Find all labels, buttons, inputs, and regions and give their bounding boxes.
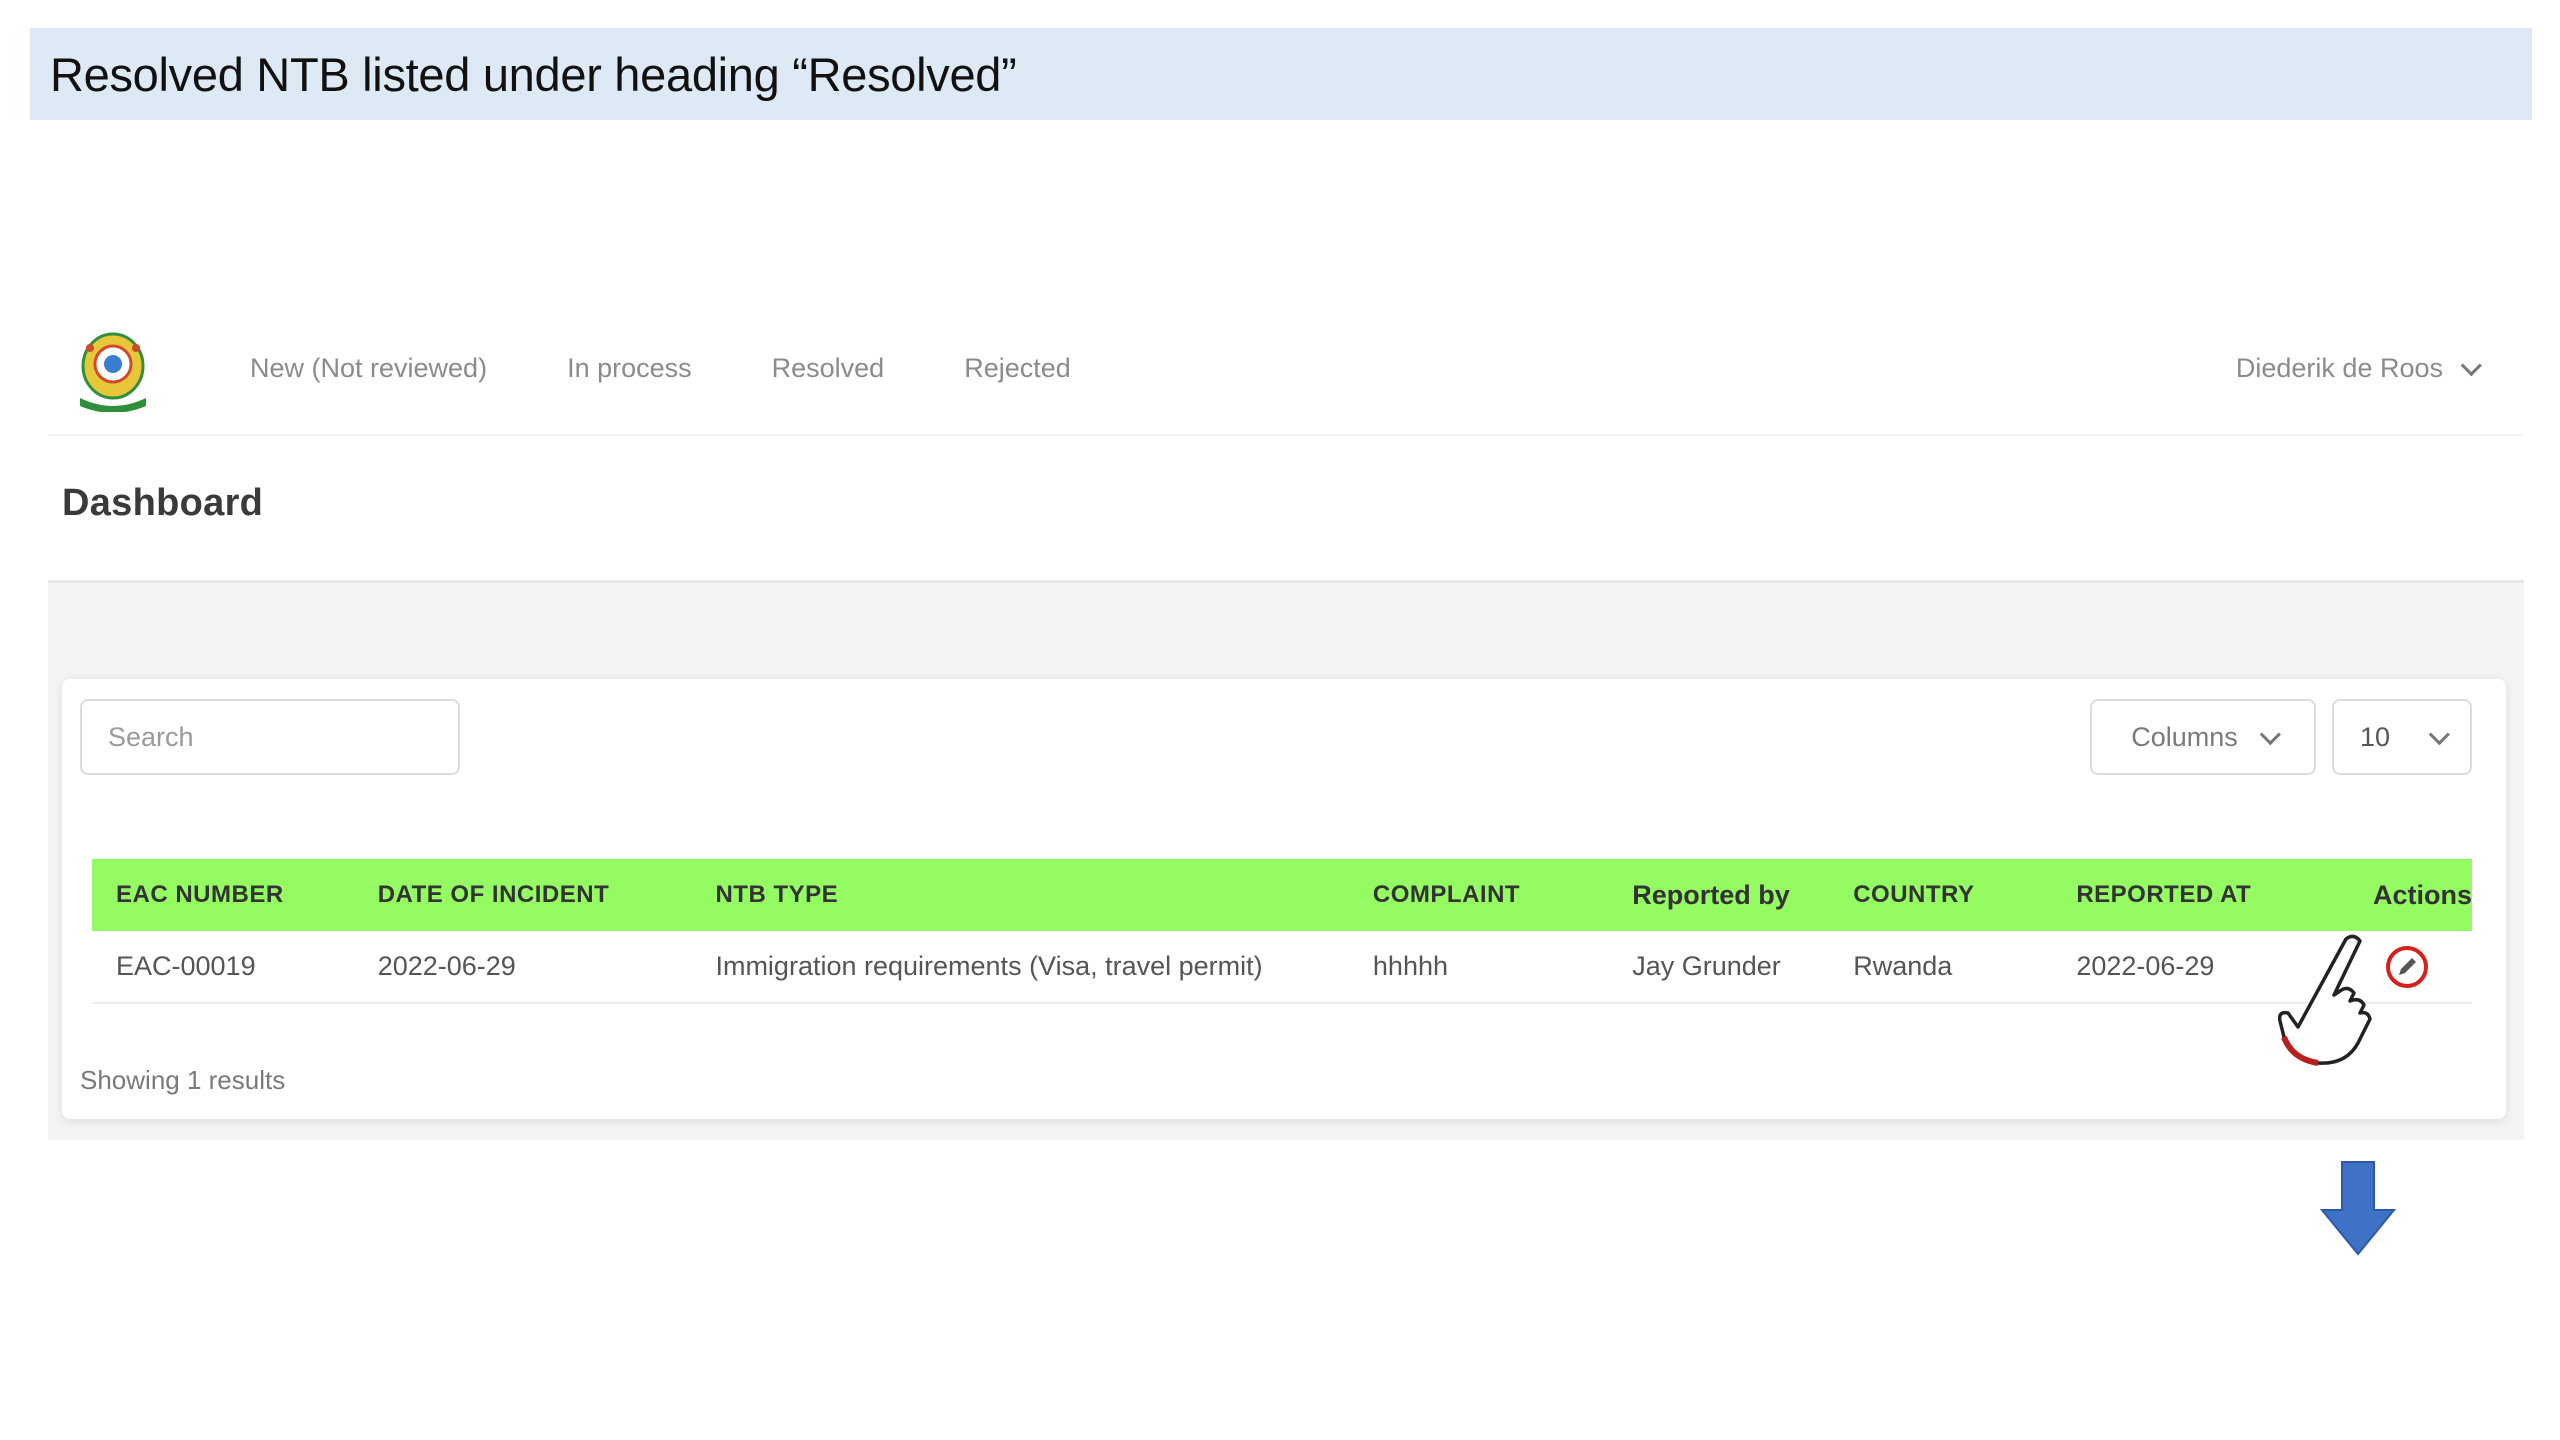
cell-eac-number: EAC-00019: [116, 951, 256, 981]
caption-text: Resolved NTB listed under heading “Resol…: [50, 47, 1017, 101]
col-eac-number[interactable]: EAC NUMBER: [92, 859, 354, 931]
columns-label: Columns: [2131, 721, 2238, 752]
eac-emblem-icon[interactable]: [68, 328, 158, 412]
columns-dropdown[interactable]: Columns: [2090, 699, 2316, 775]
ntb-table: EAC NUMBER DATE OF INCIDENT NTB TYPE COM…: [92, 859, 2472, 1004]
search-input[interactable]: [80, 699, 460, 775]
cell-reported-by: Jay Grunder: [1632, 951, 1781, 981]
caption-banner: Resolved NTB listed under heading “Resol…: [30, 28, 2532, 120]
content-area: Columns 10 EAC NUMBER DATE OF INCIDENT N…: [48, 580, 2524, 1140]
chevron-down-icon: [2259, 723, 2281, 745]
results-count: Showing 1 results: [80, 1065, 286, 1095]
app-frame: New (Not reviewed) In process Resolved R…: [48, 300, 2524, 1140]
top-navbar: New (Not reviewed) In process Resolved R…: [48, 300, 2524, 436]
per-page-select[interactable]: 10: [2332, 699, 2472, 775]
nav-links: New (Not reviewed) In process Resolved R…: [250, 300, 1151, 436]
nav-link-resolved[interactable]: Resolved: [772, 353, 885, 384]
hand-pointer-icon: [2277, 934, 2372, 1066]
col-reported-by[interactable]: Reported by: [1608, 859, 1829, 931]
col-reported-at[interactable]: REPORTED AT: [2052, 859, 2349, 931]
user-menu[interactable]: Diederik de Roos: [2235, 300, 2482, 436]
arrow-down-icon: [2319, 1161, 2397, 1256]
per-page-value: 10: [2360, 721, 2391, 752]
col-actions: Actions: [2372, 879, 2472, 910]
nav-link-in-process[interactable]: In process: [567, 353, 692, 384]
cell-date-of-incident: 2022-06-29: [377, 951, 516, 981]
col-country[interactable]: COUNTRY: [1829, 859, 2052, 931]
col-date-of-incident[interactable]: DATE OF INCIDENT: [354, 859, 692, 931]
table-header-row: EAC NUMBER DATE OF INCIDENT NTB TYPE COM…: [92, 859, 2472, 931]
user-name: Diederik de Roos: [2235, 352, 2443, 383]
cell-country: Rwanda: [1853, 951, 1953, 981]
col-ntb-type[interactable]: NTB TYPE: [691, 859, 1348, 931]
chevron-down-icon: [2460, 354, 2482, 376]
edit-pencil-icon[interactable]: [2385, 945, 2429, 989]
table-row[interactable]: EAC-00019 2022-06-29 Immigration require…: [92, 931, 2472, 1003]
cell-complaint: hhhhh: [1372, 951, 1448, 981]
chevron-down-icon: [2428, 723, 2450, 745]
nav-link-rejected[interactable]: Rejected: [964, 353, 1071, 384]
page-title: Dashboard: [62, 482, 264, 524]
cell-ntb-type: Immigration requirements (Visa, travel p…: [715, 951, 1263, 981]
col-complaint[interactable]: COMPLAINT: [1349, 859, 1608, 931]
results-card: Columns 10 EAC NUMBER DATE OF INCIDENT N…: [62, 679, 2506, 1119]
nav-link-new[interactable]: New (Not reviewed): [250, 353, 487, 384]
